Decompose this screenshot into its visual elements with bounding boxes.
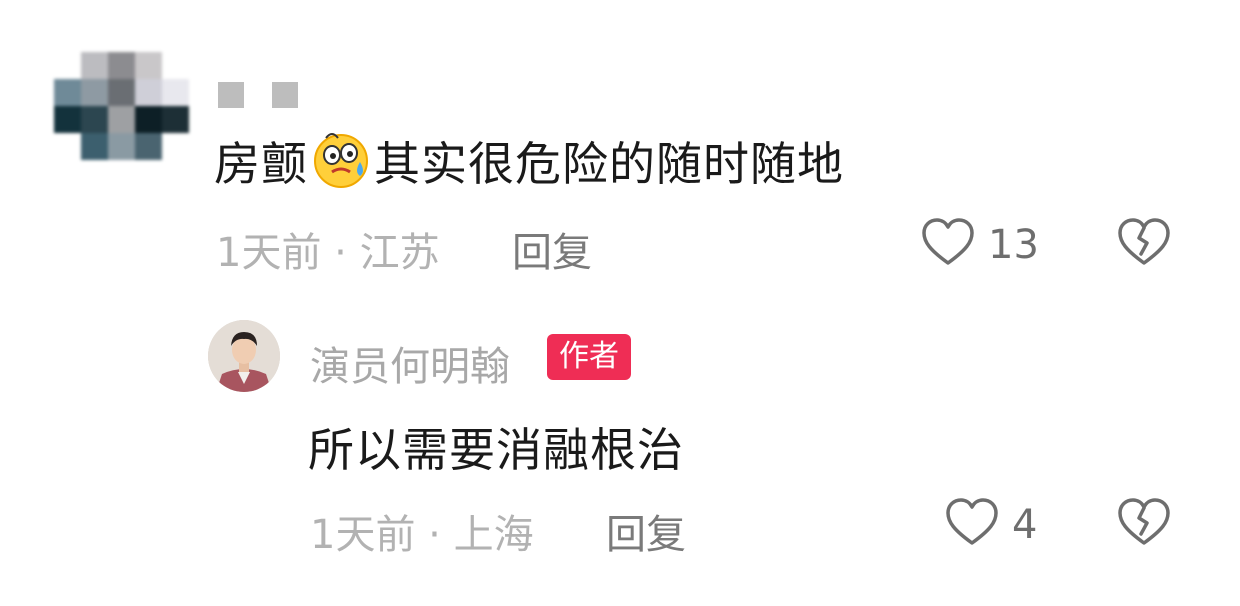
avatar[interactable] bbox=[54, 52, 190, 162]
like-count: 4 bbox=[1012, 502, 1038, 548]
like-count: 13 bbox=[988, 222, 1039, 268]
reply-button[interactable]: 回复 bbox=[512, 220, 592, 278]
comment-thread: 房颤 其实很危险的随时随地 1天前 · 江苏 回复 13 演员何明翰 作者 所以… bbox=[0, 0, 1240, 606]
comment-text-part: 其实很危险的随时随地 bbox=[374, 137, 844, 191]
username[interactable]: 演员何明翰 bbox=[310, 334, 510, 392]
comment-meta: 1天前 · 江苏 bbox=[216, 230, 440, 276]
sweating-face-emoji bbox=[310, 128, 372, 190]
reply-meta: 1天前 · 上海 bbox=[310, 512, 534, 558]
broken-heart-icon[interactable] bbox=[1116, 496, 1172, 548]
reply-text: 所以需要消融根治 bbox=[308, 423, 684, 477]
broken-heart-icon[interactable] bbox=[1116, 216, 1172, 268]
censored-username bbox=[272, 82, 298, 108]
heart-icon[interactable] bbox=[920, 216, 976, 268]
censored-username bbox=[218, 82, 244, 108]
comment-text: 房颤 其实很危险的随时随地 bbox=[214, 128, 844, 194]
comment-text-part: 房颤 bbox=[214, 137, 308, 191]
author-badge: 作者 bbox=[547, 334, 631, 380]
reply-button[interactable]: 回复 bbox=[606, 502, 686, 560]
avatar[interactable] bbox=[208, 320, 280, 392]
heart-icon[interactable] bbox=[944, 496, 1000, 548]
